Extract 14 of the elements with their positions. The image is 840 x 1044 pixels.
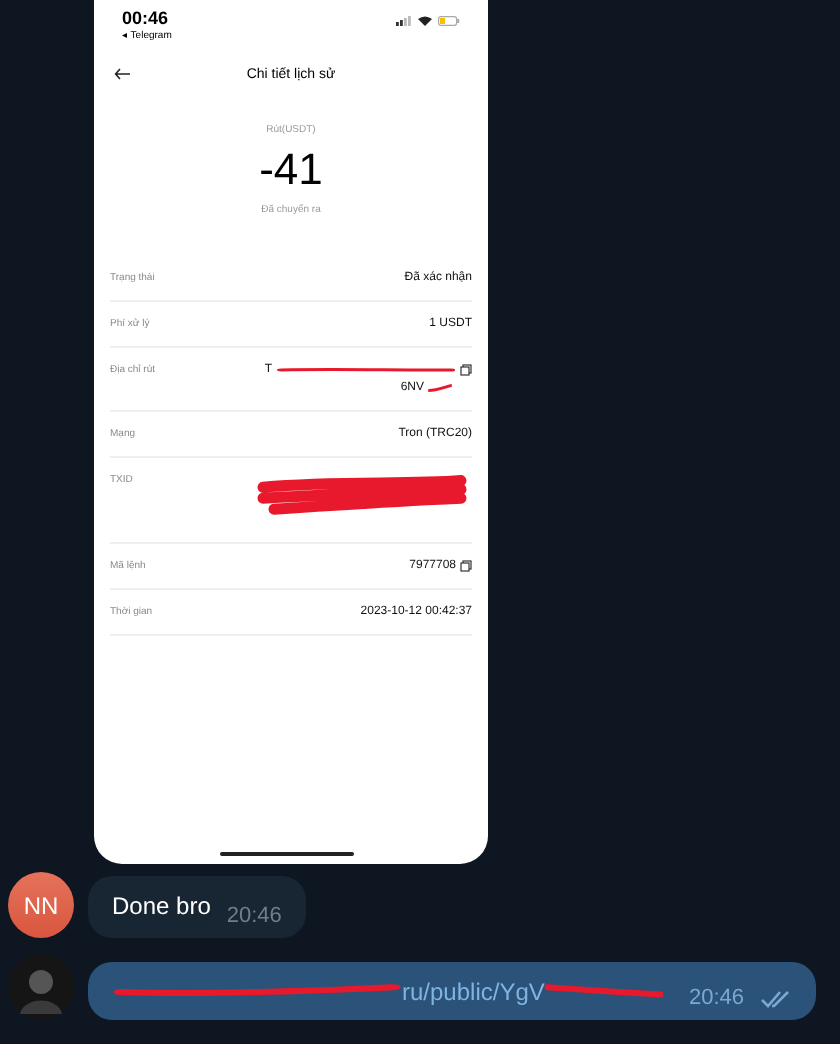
back-arrow-icon[interactable]	[114, 68, 130, 80]
battery-icon	[438, 16, 460, 26]
message-text: Done bro	[112, 892, 211, 920]
message-link[interactable]: ru/public/YgV	[402, 978, 545, 1006]
message-time: 20:46	[688, 986, 744, 1010]
amount: -41	[259, 144, 323, 196]
home-indicator	[220, 852, 354, 856]
message-time: 20:46	[226, 904, 282, 928]
copy-icon[interactable]	[460, 364, 472, 376]
copy-icon[interactable]	[460, 560, 472, 572]
status-time: 00:46	[122, 8, 171, 28]
wifi-icon	[418, 16, 432, 26]
signal-icon	[396, 16, 412, 26]
avatar-icon[interactable]	[8, 954, 74, 1020]
